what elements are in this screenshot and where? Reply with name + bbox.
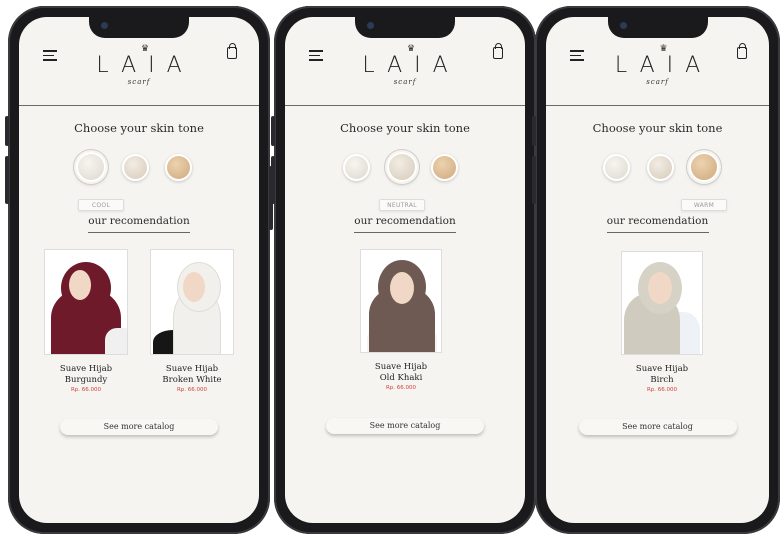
product-price: Rp. 66.000 (646, 387, 678, 393)
model-face (648, 272, 672, 304)
tone-swatch-neutral[interactable] (387, 152, 417, 182)
side-button (5, 156, 9, 204)
recommendation-underline (88, 232, 190, 233)
app-screen: ♛ LAIA scarf Choose your skin tone COOL … (19, 17, 259, 523)
brand-logo[interactable]: LAIA (19, 53, 259, 78)
side-button (532, 156, 536, 204)
product-photo[interactable] (150, 249, 234, 355)
selected-tone-label: COOL (78, 199, 124, 211)
product-name: Suave Hijab Burgundy (59, 364, 113, 385)
skin-tone-title: Choose your skin tone (340, 121, 470, 135)
tone-swatch-warm[interactable] (431, 154, 458, 181)
shopping-bag-icon[interactable] (227, 43, 237, 59)
model-face (183, 272, 205, 302)
phone-cool: ♛ LAIA scarf Choose your skin tone COOL … (5, 6, 273, 534)
tone-swatch-neutral[interactable] (647, 154, 674, 181)
app-header: ♛ LAIA scarf (285, 17, 525, 106)
skin-tone-selector (285, 152, 525, 188)
recommendation-underline (354, 232, 456, 233)
product-photo[interactable] (360, 249, 442, 353)
model-face (390, 272, 414, 304)
product-name: Suave Hijab Old Khaki (374, 362, 428, 383)
side-button (532, 116, 536, 146)
app-header: ♛ LAIA scarf (546, 17, 769, 106)
product-price: Rp. 66.000 (70, 387, 102, 393)
product-card[interactable]: Suave Hijab Burgundy Rp. 66.000 (43, 249, 129, 393)
see-more-catalog-button[interactable]: See more catalog (60, 419, 218, 435)
app-screen: ♛ LAIA scarf Choose your skin tone WARM … (546, 17, 769, 523)
tone-swatch-cool[interactable] (76, 152, 106, 182)
tone-swatch-warm[interactable] (689, 152, 719, 182)
brand-logo[interactable]: LAIA (546, 53, 769, 78)
recommendation-title: our recomendation (354, 215, 456, 227)
brand-subtitle: scarf (393, 78, 417, 86)
selected-tone-label: NEUTRAL (379, 199, 425, 211)
model-face (69, 270, 91, 300)
skin-tone-title: Choose your skin tone (592, 121, 723, 135)
brand-logo[interactable]: LAIA (285, 53, 525, 78)
phone-neutral: ♛ LAIA scarf Choose your skin tone NEUTR… (271, 6, 539, 534)
product-photo[interactable] (621, 251, 703, 355)
shopping-bag-icon[interactable] (737, 43, 747, 59)
model-shirt (105, 328, 127, 354)
phone-warm: ♛ LAIA scarf Choose your skin tone WARM … (532, 6, 780, 534)
product-card[interactable]: Suave Hijab Birch Rp. 66.000 (620, 251, 704, 393)
skin-tone-selector (546, 152, 769, 188)
tone-swatch-warm[interactable] (165, 154, 192, 181)
skin-tone-title: Choose your skin tone (74, 121, 204, 135)
side-button (5, 116, 9, 146)
product-price: Rp. 66.000 (176, 387, 208, 393)
skin-tone-selector (19, 152, 259, 188)
tone-swatch-neutral[interactable] (122, 154, 149, 181)
side-button (271, 156, 275, 204)
product-price: Rp. 66.000 (385, 385, 417, 391)
brand-subtitle: scarf (127, 78, 151, 86)
product-photo[interactable] (44, 249, 128, 355)
see-more-catalog-button[interactable]: See more catalog (578, 419, 737, 435)
brand-subtitle: scarf (646, 78, 669, 86)
product-card[interactable]: Suave Hijab Broken White Rp. 66.000 (149, 249, 235, 393)
recommendation-underline (606, 232, 709, 233)
side-button (271, 116, 275, 146)
recommendation-title: our recomendation (88, 215, 190, 227)
product-name: Suave Hijab Birch (635, 364, 689, 385)
tone-swatch-cool[interactable] (343, 154, 370, 181)
product-name: Suave Hijab Broken White (162, 364, 222, 385)
app-header: ♛ LAIA scarf (19, 17, 259, 106)
app-screen: ♛ LAIA scarf Choose your skin tone NEUTR… (285, 17, 525, 523)
selected-tone-label: WARM (681, 199, 727, 211)
product-card[interactable]: Suave Hijab Old Khaki Rp. 66.000 (359, 249, 443, 391)
tone-swatch-cool[interactable] (603, 154, 630, 181)
shopping-bag-icon[interactable] (493, 43, 503, 59)
recommendation-title: our recomendation (606, 215, 709, 227)
see-more-catalog-button[interactable]: See more catalog (326, 418, 484, 434)
